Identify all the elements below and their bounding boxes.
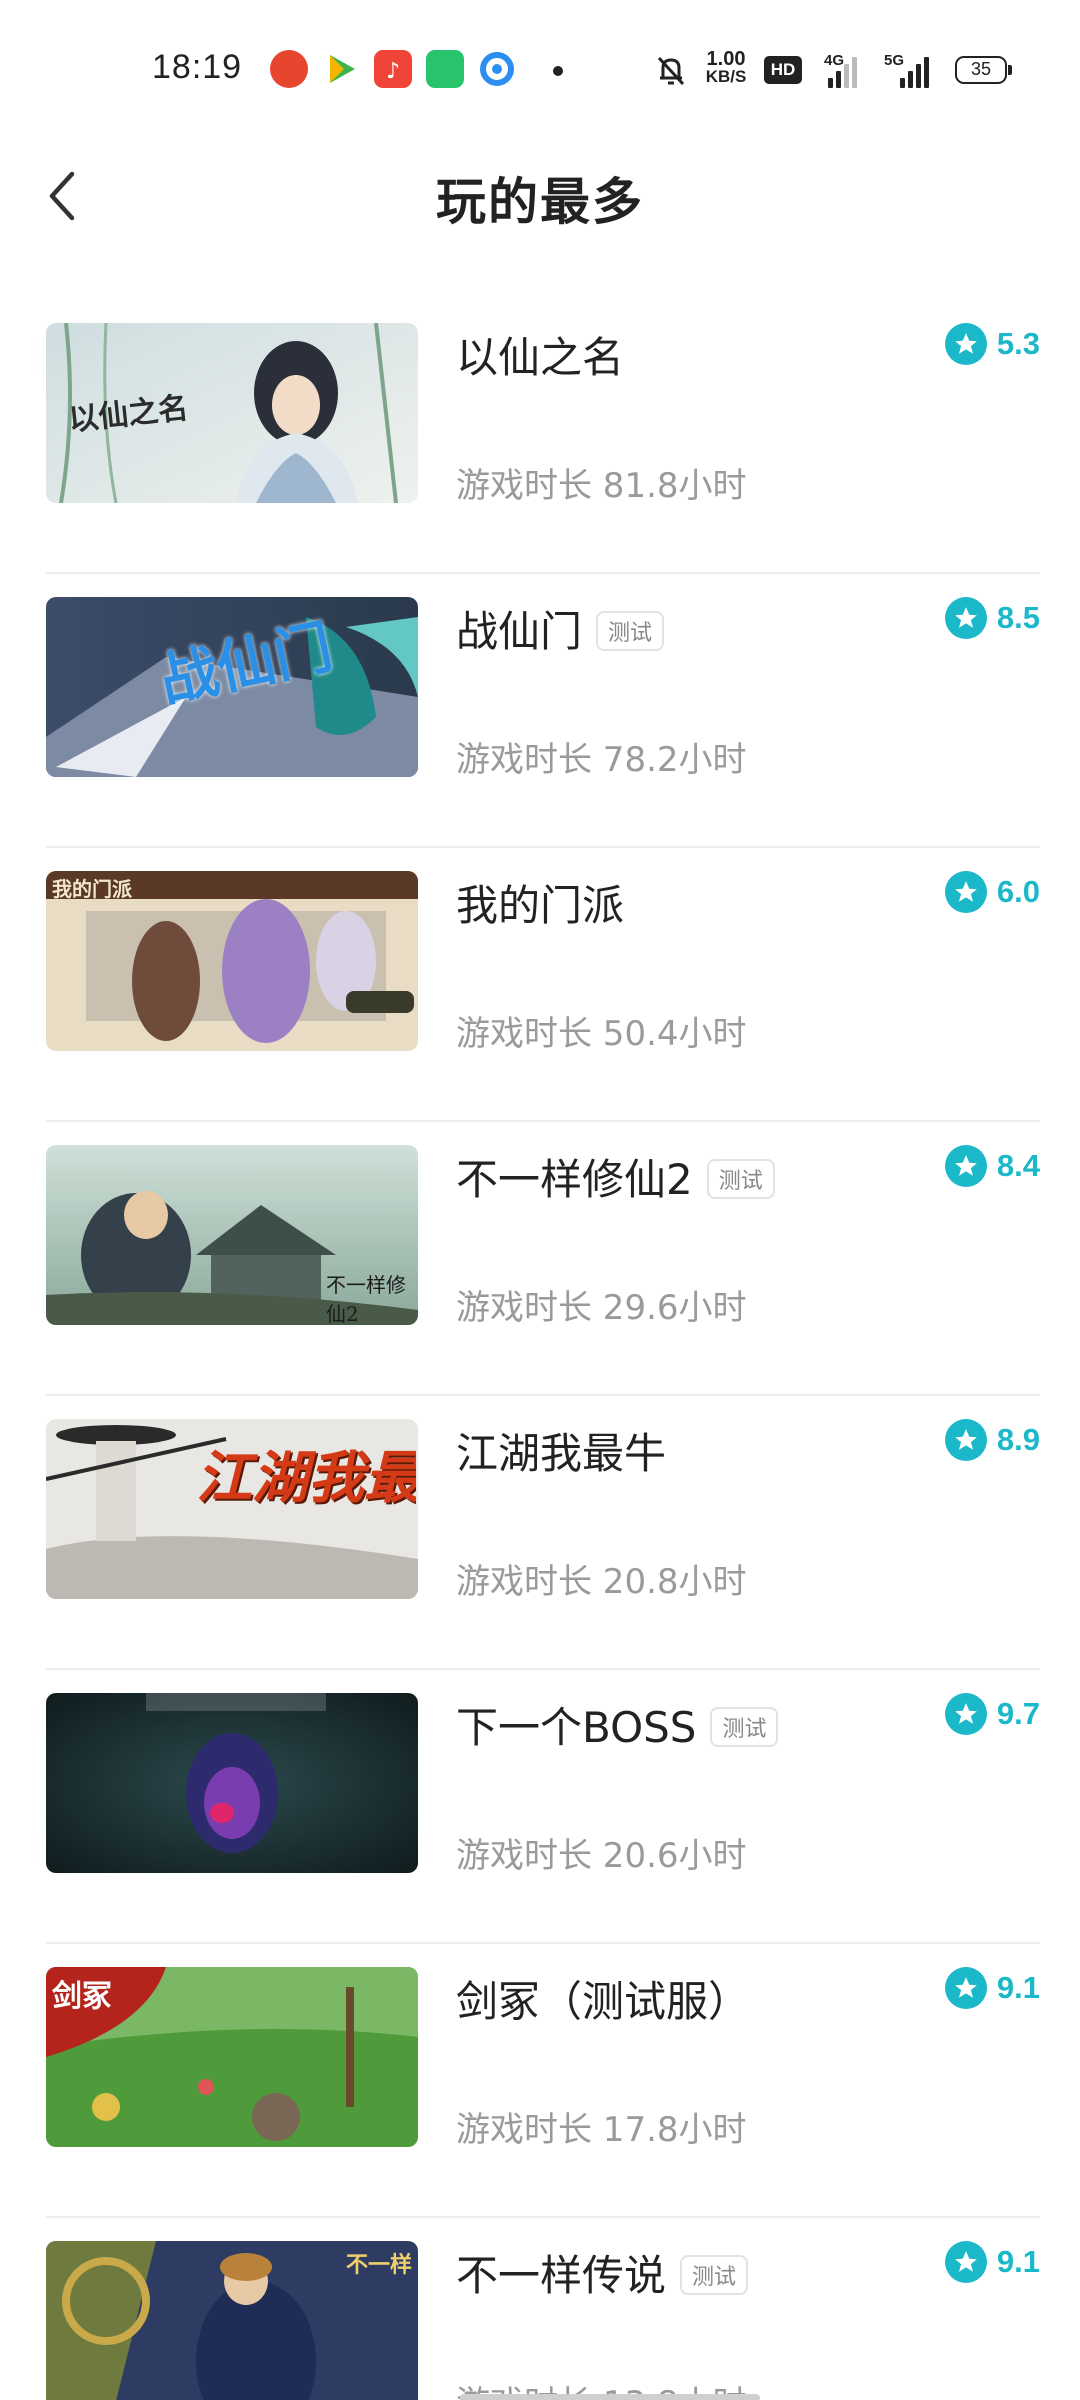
play-time: 游戏时长 17.8小时 — [456, 2110, 747, 2150]
game-cover-title: 不一样 — [346, 2252, 413, 2278]
game-score: 9.7 — [996, 1696, 1040, 1731]
game-cover-image: 战仙门 — [46, 597, 418, 777]
game-name: 江湖我最牛 — [456, 1420, 666, 1481]
star-icon — [944, 871, 987, 913]
play-time: 游戏时长 20.8小时 — [456, 1562, 747, 1602]
signal-1-icon — [828, 56, 862, 88]
game-cover-title: 江湖我最牛 — [196, 1445, 416, 1511]
game-name-text: 不一样传说 — [456, 2251, 667, 2300]
game-list-item[interactable]: 江湖我最牛 江湖我最牛 游戏时长 20.8小时 8.9 — [0, 1396, 1080, 1670]
star-icon — [944, 597, 987, 639]
game-cover-image: 以仙之名 — [46, 323, 418, 503]
game-cover-image: 不一样 — [46, 2241, 418, 2400]
page-title: 玩的最多 — [436, 173, 644, 231]
play-time: 游戏时长 81.8小时 — [456, 466, 747, 506]
page-header: 玩的最多 — [0, 140, 1080, 250]
svg-text:♪: ♪ — [386, 59, 400, 84]
game-cover-image — [46, 1693, 418, 1873]
mute-icon — [655, 54, 687, 88]
game-name-text: 江湖我最牛 — [456, 1429, 667, 1478]
game-score: 8.9 — [996, 1422, 1040, 1457]
game-name-text: 以仙之名 — [456, 333, 625, 382]
game-cover-title: 剑冢 — [52, 1979, 112, 2014]
game-name: 不一样修仙2 测试 — [456, 1146, 775, 1207]
game-name: 不一样传说 测试 — [456, 2242, 749, 2303]
star-icon — [944, 1693, 987, 1735]
game-name: 下一个BOSS 测试 — [456, 1694, 779, 1755]
game-cover-image: 我的门派 — [46, 871, 418, 1051]
game-name-text: 不一样修仙2 — [456, 1155, 693, 1204]
signal-2-icon — [900, 56, 940, 88]
game-score: 9.1 — [996, 2244, 1040, 2279]
game-rating: 5.3 — [944, 322, 1040, 366]
music-app-icon: ♪ — [374, 50, 412, 88]
battery-indicator: 35 — [955, 56, 1012, 84]
home-indicator[interactable] — [460, 2394, 760, 2400]
game-list-item[interactable]: 下一个BOSS 测试 游戏时长 20.6小时 9.7 — [0, 1670, 1080, 1944]
game-rating: 8.9 — [944, 1418, 1040, 1462]
hd-voice-icon: HD — [764, 56, 802, 84]
game-cover-image: 江湖我最牛 — [46, 1419, 418, 1599]
play-store-icon — [322, 50, 360, 88]
game-score: 9.1 — [996, 1970, 1040, 2005]
game-list-item[interactable]: 不一样 不一样传说测试 游戏时长 13.8小时 9.1 — [0, 2218, 1080, 2400]
status-time: 18:19 — [152, 48, 243, 86]
game-name-text: 我的门派 — [456, 881, 625, 930]
app-notification-icon — [270, 50, 308, 88]
star-icon — [944, 1145, 987, 1187]
game-name-text: 剑冢（测试服） — [456, 1977, 751, 2026]
game-cover-image: 剑冢 — [46, 1967, 418, 2147]
game-cover-image: 不一样修仙2 — [46, 1145, 418, 1325]
test-badge: 测试 — [710, 1706, 779, 1747]
green-app-icon — [426, 50, 464, 88]
game-name: 我的门派 — [456, 872, 624, 933]
star-icon — [944, 1967, 987, 2009]
game-list-item[interactable]: 以仙之名 以仙之名 游戏时长 81.8小时 5.3 — [0, 300, 1080, 574]
star-icon — [944, 2241, 987, 2283]
game-score: 8.5 — [996, 600, 1040, 635]
game-name: 战仙门 测试 — [456, 598, 665, 659]
play-time: 游戏时长 78.2小时 — [456, 740, 747, 780]
game-list-item[interactable]: 我的门派 我的门派 游戏时长 50.4小时 6.0 — [0, 848, 1080, 1122]
game-name: 剑冢（测试服） — [456, 1968, 750, 2029]
game-list-item[interactable]: 不一样修仙2 不一样修仙2 测试 游戏时长 29.6小时 8.4 — [0, 1122, 1080, 1396]
game-score: 8.4 — [996, 1148, 1040, 1183]
play-time: 游戏时长 50.4小时 — [456, 1014, 747, 1054]
test-badge: 测试 — [706, 1158, 775, 1199]
star-icon — [944, 323, 987, 365]
network-speed-value: 1.00 — [706, 48, 746, 70]
star-icon — [944, 1419, 987, 1461]
game-list-item[interactable]: 剑冢 剑冢（测试服） 游戏时长 17.8小时 9.1 — [0, 1944, 1080, 2218]
game-cover-title: 不一样修仙2 — [326, 1273, 406, 1325]
game-rating: 6.0 — [944, 870, 1040, 914]
status-bar: 18:19 ♪ 1.00 KB/S HD 4G 5G 35 — [0, 0, 1080, 140]
game-name-text: 下一个BOSS — [456, 1703, 697, 1752]
network-speed-unit: KB/S — [705, 67, 747, 86]
game-rating: 9.7 — [944, 1692, 1040, 1736]
game-rating: 8.4 — [944, 1144, 1040, 1188]
play-time: 游戏时长 29.6小时 — [456, 1288, 747, 1328]
test-badge: 测试 — [596, 610, 665, 651]
game-list-item[interactable]: 战仙门 战仙门 测试 游戏时长 78.2小时 8.5 — [0, 574, 1080, 848]
more-notifications-dot — [553, 66, 563, 76]
play-time: 游戏时长 20.6小时 — [456, 1836, 747, 1876]
game-name-text: 战仙门 — [456, 607, 583, 656]
game-score: 5.3 — [996, 326, 1040, 361]
browser-app-icon — [478, 50, 516, 88]
game-name: 以仙之名 — [456, 324, 624, 385]
screen: 18:19 ♪ 1.00 KB/S HD 4G 5G 35 玩的最多 以仙之名 … — [0, 0, 1080, 2400]
network-speed: 1.00 KB/S — [700, 48, 752, 86]
game-cover-title: 我的门派 — [52, 877, 132, 901]
game-rating: 9.1 — [944, 2240, 1040, 2284]
game-score: 6.0 — [996, 874, 1040, 909]
game-rating: 8.5 — [944, 596, 1040, 640]
game-rating: 9.1 — [944, 1966, 1040, 2010]
test-badge: 测试 — [680, 2254, 749, 2295]
